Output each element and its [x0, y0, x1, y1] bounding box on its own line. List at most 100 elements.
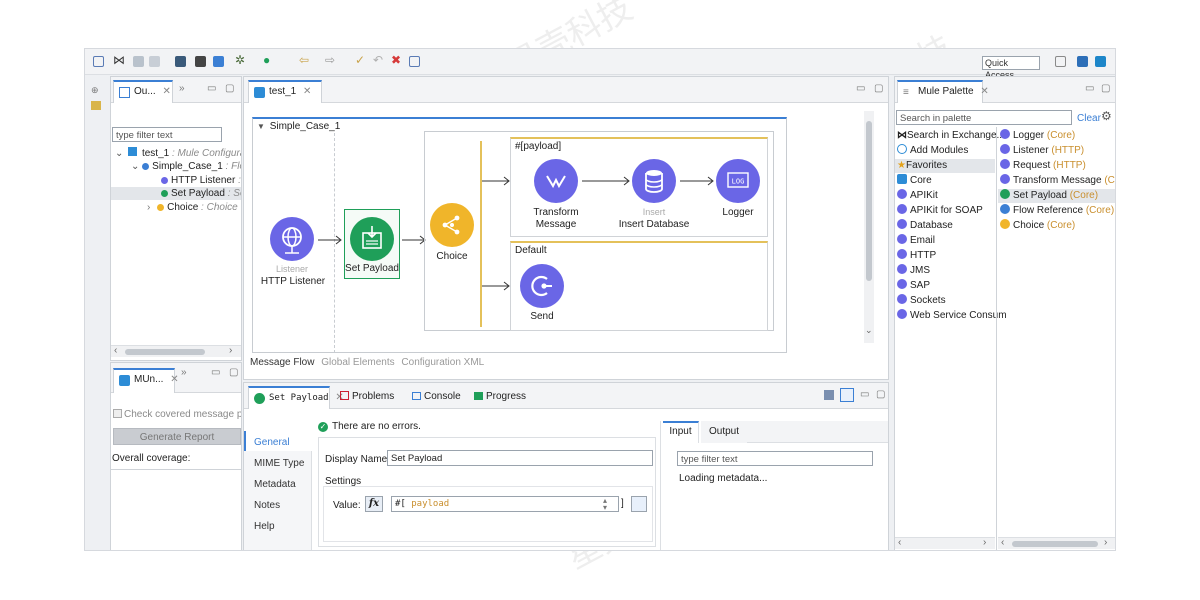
save-icon[interactable] — [824, 390, 834, 400]
flow-header[interactable]: ▼ Simple_Case_1 — [257, 121, 340, 132]
layout-icon[interactable] — [409, 56, 420, 67]
palette-hscrollbar-right[interactable]: ‹ › — [998, 537, 1115, 549]
scroll-down-icon[interactable]: ⌄ — [865, 325, 873, 336]
mule-perspective-icon[interactable] — [1077, 56, 1088, 67]
minimize-icon[interactable]: ▭ — [860, 389, 869, 400]
tab-problems[interactable]: Problems — [340, 391, 394, 402]
tree-row-choice[interactable]: › Choice : Choice — [147, 201, 238, 214]
outline-filter-input[interactable]: type filter text — [112, 127, 222, 142]
generate-report-button[interactable]: Generate Report — [113, 428, 241, 445]
palette-search-input[interactable]: Search in palette — [896, 110, 1072, 125]
spinner-icon[interactable]: ▴ ▾ — [603, 497, 607, 512]
minimize-icon[interactable]: ▭ — [1085, 83, 1094, 94]
scroll-thumb[interactable] — [866, 121, 872, 281]
open-type-icon[interactable] — [213, 56, 224, 67]
canvas-vscrollbar[interactable]: ⌄ — [864, 111, 874, 343]
tab-mule-palette[interactable]: ≡ Mule Palette ✕ — [897, 80, 989, 103]
mule-icon[interactable]: ⋈ — [113, 53, 125, 67]
debug-icon[interactable]: ✲ — [235, 53, 245, 67]
close-icon[interactable]: ✕ — [980, 86, 988, 97]
tab-console[interactable]: Console — [412, 391, 461, 402]
tab-munit[interactable]: MUn... ✕ — [113, 368, 179, 393]
email-item[interactable]: Email — [897, 234, 935, 248]
database-item[interactable]: Database — [897, 219, 953, 233]
scroll-right-icon[interactable]: › — [1104, 537, 1107, 548]
save-icon[interactable] — [133, 56, 144, 67]
value-expression-input[interactable]: #[ payload — [391, 496, 619, 512]
display-name-input[interactable]: Set Payload — [387, 450, 653, 466]
jms-item[interactable]: JMS — [897, 264, 930, 278]
http-listener-node[interactable] — [270, 217, 314, 261]
add-modules-item[interactable]: Add Modules — [897, 144, 968, 158]
transform-message-node[interactable] — [534, 159, 578, 203]
set-payload-node[interactable] — [350, 217, 394, 261]
save-all-icon[interactable] — [149, 56, 160, 67]
forward-icon[interactable]: ⇨ — [325, 53, 335, 67]
minimize-icon[interactable]: ▭ — [211, 367, 220, 378]
tab-output[interactable]: Output — [701, 421, 747, 443]
nav-notes[interactable]: Notes — [254, 500, 280, 511]
chevron-right-icon[interactable]: › — [147, 202, 150, 213]
favorites-item[interactable]: ★Favorites — [895, 159, 995, 173]
new-icon[interactable] — [93, 56, 104, 67]
gear-icon[interactable]: ⚙ — [1101, 109, 1112, 123]
minimize-icon[interactable]: ▭ — [207, 83, 216, 94]
fav-listener[interactable]: Listener (HTTP) — [1000, 144, 1084, 158]
minimize-icon[interactable]: ▭ — [856, 83, 865, 94]
checkbox-icon[interactable] — [113, 409, 122, 418]
palette-hscrollbar-left[interactable]: ‹ › — [895, 537, 995, 549]
clear-link[interactable]: Clear — [1077, 113, 1101, 124]
undo-icon[interactable]: ↶ — [373, 53, 383, 67]
tab-progress[interactable]: Progress — [474, 391, 526, 402]
mule-design-icon[interactable] — [1095, 56, 1106, 67]
chevron-down-icon[interactable]: ⌄ — [131, 161, 139, 172]
choice-node[interactable] — [430, 203, 474, 247]
close-red-icon[interactable]: ✖ — [391, 53, 401, 67]
close-icon[interactable]: ✕ — [303, 86, 311, 97]
fav-choice[interactable]: Choice (Core) — [1000, 219, 1075, 233]
search-exchange-item[interactable]: ⋈Search in Exchange... — [897, 129, 1005, 143]
scroll-left-icon[interactable]: ‹ — [114, 345, 117, 356]
tree-row-flow[interactable]: ⌄ Simple_Case_1 : Flov — [131, 160, 241, 173]
check-icon[interactable]: ✓ — [355, 53, 365, 67]
chevron-more-icon[interactable]: » — [179, 83, 185, 94]
check-covered-row[interactable]: Check covered message proce — [113, 409, 241, 420]
close-icon[interactable]: ✕ — [162, 86, 170, 97]
tree-row-set-payload[interactable]: Set Payload : Set — [111, 187, 241, 200]
core-item[interactable]: Core — [897, 174, 932, 188]
scroll-thumb[interactable] — [1012, 541, 1098, 547]
metadata-filter-input[interactable]: type filter text — [677, 451, 873, 466]
http-item[interactable]: HTTP — [897, 249, 936, 263]
outline-hscrollbar[interactable]: ‹ › — [111, 345, 241, 357]
fav-flow-reference[interactable]: Flow Reference (Core) — [1000, 204, 1114, 218]
maximize-icon[interactable]: ▢ — [876, 389, 885, 400]
nav-mime-type[interactable]: MIME Type — [254, 458, 304, 469]
folder-icon[interactable] — [91, 101, 101, 110]
fx-toggle-button[interactable]: fx — [365, 496, 383, 512]
apikit-soap-item[interactable]: APIKit for SOAP — [897, 204, 983, 218]
fav-transform[interactable]: Transform Message (Core — [1000, 174, 1115, 188]
nav-metadata[interactable]: Metadata — [254, 479, 296, 490]
sockets-item[interactable]: Sockets — [897, 294, 946, 308]
chevron-down-icon[interactable]: ▼ — [257, 122, 265, 131]
fav-request[interactable]: Request (HTTP) — [1000, 159, 1086, 173]
tab-outline[interactable]: Ou... ✕ — [113, 80, 173, 103]
maximize-icon[interactable]: ▢ — [1101, 83, 1110, 94]
maximize-icon[interactable]: ▢ — [229, 367, 238, 378]
perspective-icon[interactable] — [1055, 56, 1066, 67]
sap-item[interactable]: SAP — [897, 279, 930, 293]
scroll-left-icon[interactable]: ‹ — [898, 537, 901, 548]
close-icon[interactable]: ✕ — [170, 374, 178, 385]
hierarchy-icon[interactable] — [840, 388, 854, 402]
tab-global-elements[interactable]: Global Elements — [321, 357, 394, 368]
run-icon[interactable] — [175, 56, 186, 67]
deploy-icon[interactable] — [195, 56, 206, 67]
tab-set-payload[interactable]: Set Payload ✕ — [248, 386, 344, 409]
logger-node[interactable]: LOG — [716, 159, 760, 203]
maximize-icon[interactable]: ▢ — [225, 83, 234, 94]
back-icon[interactable]: ⇦ — [299, 53, 309, 67]
scroll-thumb[interactable] — [125, 349, 205, 355]
chevron-more-icon[interactable]: » — [181, 367, 187, 378]
apikit-item[interactable]: APIKit — [897, 189, 938, 203]
scroll-left-icon[interactable]: ‹ — [1001, 537, 1004, 548]
